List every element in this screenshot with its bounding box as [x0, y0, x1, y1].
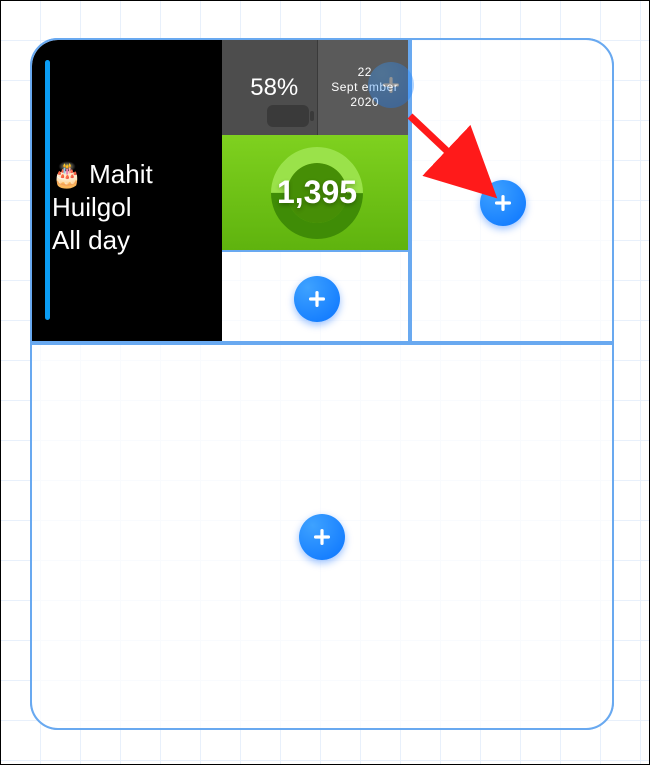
- add-widget-button-top-right[interactable]: [480, 180, 526, 226]
- calendar-event-text: 🎂 Mahit Huilgol All day: [52, 158, 153, 256]
- calendar-title-line2: Huilgol: [52, 191, 153, 224]
- widget-slot-large: 🎂 Mahit Huilgol All day 58% 22 Sept embe…: [30, 38, 410, 343]
- battery-widget[interactable]: 58%: [222, 40, 318, 135]
- birthday-cake-icon: 🎂: [52, 162, 82, 189]
- add-widget-button-subslot[interactable]: [294, 276, 340, 322]
- plus-icon: [306, 288, 328, 310]
- add-widget-button-mini[interactable]: [368, 62, 414, 108]
- battery-percent: 58%: [250, 74, 298, 102]
- battery-icon: [267, 105, 309, 127]
- widget-slot-bottom[interactable]: [30, 343, 614, 730]
- plus-icon: [492, 192, 514, 214]
- widget-subslot-empty[interactable]: [222, 250, 410, 343]
- plus-icon: [380, 74, 402, 96]
- activity-steps-widget[interactable]: 1,395: [222, 135, 410, 250]
- calendar-widget[interactable]: 🎂 Mahit Huilgol All day: [32, 40, 222, 343]
- add-widget-button-bottom[interactable]: [299, 514, 345, 560]
- plus-icon: [311, 526, 333, 548]
- calendar-subtitle: All day: [52, 224, 153, 257]
- steps-count: 1,395: [277, 174, 357, 211]
- calendar-title-line1: Mahit: [89, 159, 153, 189]
- calendar-accent-bar: [45, 60, 50, 320]
